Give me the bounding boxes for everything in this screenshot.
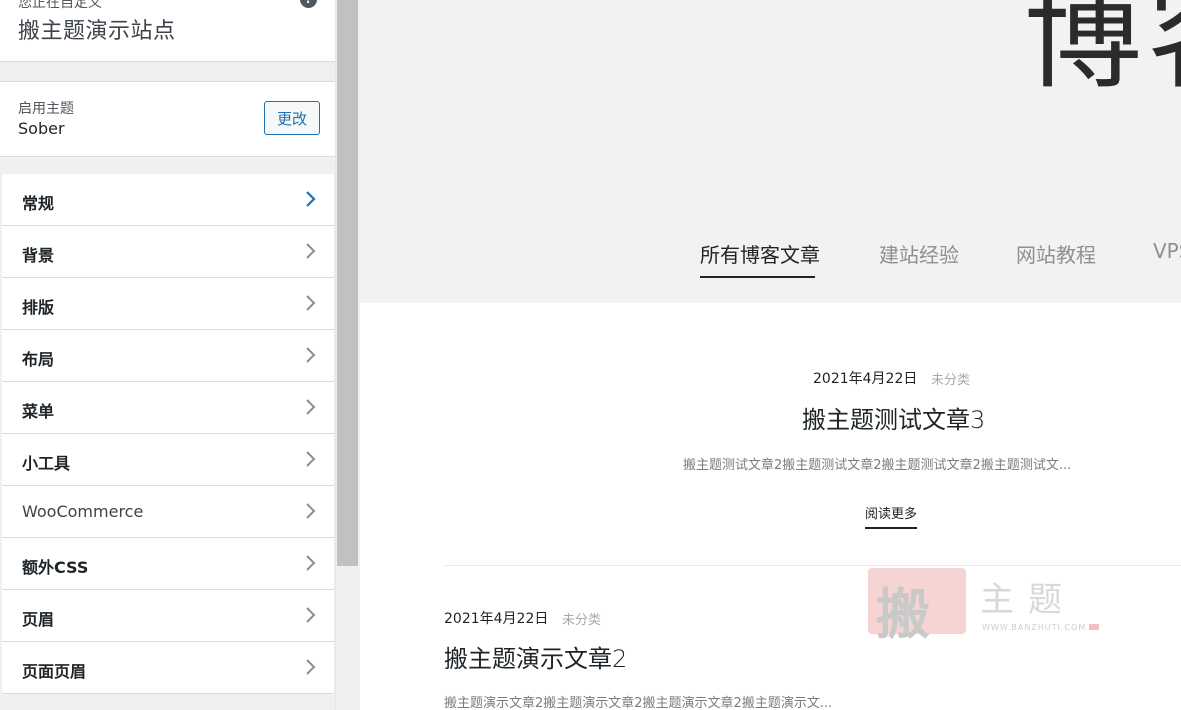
watermark-dot: [1089, 624, 1099, 630]
menu-item-layout[interactable]: 布局: [2, 330, 334, 382]
menu-item-widgets[interactable]: 小工具: [2, 434, 334, 486]
read-more-link[interactable]: 阅读更多: [865, 503, 918, 529]
watermark-stamp: 搬: [868, 568, 966, 646]
menu-item-label: 页面页眉: [22, 662, 87, 681]
tab-site-building[interactable]: 建站经验: [879, 239, 959, 268]
menu-item-label: 常规: [22, 194, 55, 213]
chevron-right-icon: [300, 553, 320, 573]
menu-item-additional-css[interactable]: 额外CSS: [2, 538, 334, 590]
chevron-right-icon: [300, 449, 320, 469]
sidebar-scrollbar[interactable]: [335, 0, 361, 710]
menu-item-label: 额外CSS: [22, 558, 89, 577]
tab-vps[interactable]: VPS: [1153, 239, 1181, 263]
active-theme-section: 启用主题 Sober 更改: [0, 81, 335, 157]
menu-item-menus[interactable]: 菜单: [2, 382, 334, 434]
chevron-right-icon: [300, 657, 320, 677]
menu-item-header[interactable]: 页眉: [2, 590, 334, 642]
site-preview: 博客 所有博客文章 建站经验 网站教程 VPS 2021年4月22日 未分类 搬…: [360, 0, 1181, 710]
active-tab-underline: [700, 276, 815, 278]
post-category[interactable]: 未分类: [562, 609, 601, 628]
menu-item-woocommerce[interactable]: WooCommerce: [2, 486, 334, 538]
chevron-right-icon: [300, 501, 320, 521]
menu-item-label: 小工具: [22, 454, 71, 473]
menu-item-label: 排版: [22, 298, 55, 317]
post-category[interactable]: 未分类: [931, 369, 970, 388]
watermark-url: WWW.BANZHUTI.COM: [982, 623, 1087, 632]
menu-item-page-header[interactable]: 页面页眉: [2, 642, 334, 694]
chevron-right-icon: [300, 345, 320, 365]
help-icon[interactable]: ?: [300, 0, 317, 8]
menu-item-label: 页眉: [22, 610, 55, 629]
customizer-sidebar: 您正在自定义 ? 搬主题演示站点 启用主题 Sober 更改 常规 背景 排版 …: [0, 0, 335, 710]
blog-hero: 博客 所有博客文章 建站经验 网站教程 VPS: [360, 0, 1181, 303]
scrollbar-thumb[interactable]: [337, 0, 358, 566]
menu-item-background[interactable]: 背景: [2, 226, 334, 278]
post-title[interactable]: 搬主题演示文章2: [444, 639, 627, 674]
tab-tutorials[interactable]: 网站教程: [1016, 239, 1096, 268]
site-title: 搬主题演示站点: [18, 19, 176, 44]
active-theme-label: 启用主题: [18, 101, 74, 117]
chevron-right-icon: [300, 397, 320, 417]
tab-all-posts[interactable]: 所有博客文章: [700, 239, 820, 268]
menu-item-label: 背景: [22, 246, 55, 265]
watermark-text: 主题: [980, 580, 1076, 620]
post-date: 2021年4月22日: [813, 371, 918, 387]
post-title[interactable]: 搬主题测试文章3: [802, 400, 985, 435]
active-theme-name: Sober: [18, 119, 65, 138]
post-excerpt: 搬主题演示文章2搬主题演示文章2搬主题演示文章2搬主题演示文...: [444, 696, 833, 710]
watermark-logo: 搬 主题 WWW.BANZHUTI.COM: [868, 566, 1100, 646]
post-excerpt: 搬主题测试文章2搬主题测试文章2搬主题测试文章2搬主题测试文...: [683, 458, 1072, 473]
post-date: 2021年4月22日: [444, 611, 549, 627]
change-theme-button[interactable]: 更改: [264, 101, 320, 135]
menu-item-label: 布局: [22, 350, 55, 369]
menu-item-label: WooCommerce: [22, 502, 144, 521]
customizing-label: 您正在自定义: [18, 0, 102, 11]
menu-item-typography[interactable]: 排版: [2, 278, 334, 330]
chevron-right-icon: [300, 241, 320, 261]
customizer-menu: 常规 背景 排版 布局 菜单 小工具 WooCommerce 额外CSS 页眉 …: [2, 174, 334, 694]
chevron-right-icon: [300, 189, 320, 209]
chevron-right-icon: [300, 293, 320, 313]
menu-item-general[interactable]: 常规: [2, 174, 334, 226]
menu-item-label: 菜单: [22, 402, 55, 421]
customizer-header: 您正在自定义 ? 搬主题演示站点: [0, 0, 335, 62]
hero-title: 博客: [1024, 0, 1181, 105]
chevron-right-icon: [300, 605, 320, 625]
